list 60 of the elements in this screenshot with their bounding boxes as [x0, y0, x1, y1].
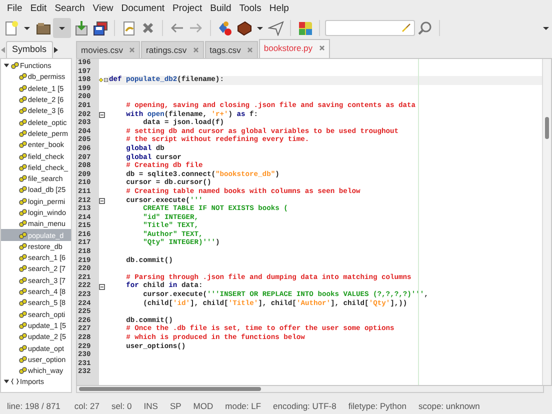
- sidebar-tab[interactable]: Symbols: [6, 41, 53, 58]
- menu-item[interactable]: Project: [168, 2, 206, 14]
- brick-icon: [236, 20, 252, 36]
- tab-label: tags.csv: [210, 45, 241, 55]
- vertical-scrollbar[interactable]: [542, 59, 551, 385]
- menu-item[interactable]: Help: [265, 2, 293, 14]
- tab-label: bookstore.py: [264, 43, 313, 53]
- menu-item[interactable]: View: [88, 2, 118, 14]
- menu-item[interactable]: Edit: [26, 2, 51, 14]
- status-item: sel: 0: [111, 400, 132, 410]
- fold-toggle-icon[interactable]: [99, 284, 105, 290]
- close-icon[interactable]: [246, 47, 253, 53]
- new-file-icon: [3, 20, 19, 36]
- close-icon[interactable]: [318, 45, 325, 51]
- search-field[interactable]: [325, 20, 415, 36]
- overflow-caret-icon: [543, 26, 549, 30]
- dropdown-caret-icon: [257, 26, 263, 30]
- status-item: filetype: Python: [348, 400, 406, 410]
- menu-item[interactable]: Tools: [235, 2, 266, 14]
- status-item: scope: unknown: [418, 400, 480, 410]
- tab-label: ratings.csv: [146, 45, 187, 55]
- status-item: line: 198 / 871: [7, 400, 60, 410]
- file-tab[interactable]: movies.csv: [76, 41, 140, 58]
- folder-icon: [35, 20, 51, 36]
- file-tab[interactable]: ratings.csv: [141, 41, 204, 58]
- save-icon: [73, 20, 89, 36]
- fold-toggle-icon[interactable]: [104, 77, 108, 84]
- status-item: INS: [144, 400, 158, 410]
- expanded-arrow-icon[interactable]: [3, 62, 10, 70]
- menu-item[interactable]: Document: [117, 2, 169, 14]
- paper-plane-icon: [268, 20, 284, 36]
- status-item: SP: [170, 400, 182, 410]
- expanded-arrow-icon[interactable]: [3, 378, 10, 386]
- menu-item[interactable]: Build: [206, 2, 236, 14]
- tab-label: movies.csv: [81, 45, 124, 55]
- color-palette-icon: [297, 20, 313, 36]
- status-item: col: 27: [74, 400, 100, 410]
- search-icon: [417, 20, 433, 36]
- save-all-icon: [92, 20, 108, 36]
- file-tab[interactable]: tags.csv: [204, 41, 258, 58]
- menu-item[interactable]: File: [3, 2, 26, 14]
- code-editor[interactable]: [76, 58, 552, 386]
- status-item: MOD: [193, 400, 214, 410]
- close-icon: [140, 20, 156, 36]
- status-item: encoding: UTF-8: [273, 400, 336, 410]
- horizontal-scrollbar[interactable]: [76, 386, 544, 393]
- close-icon[interactable]: [192, 47, 199, 53]
- status-item: mode: LF: [225, 400, 262, 410]
- reload-icon: [121, 20, 137, 36]
- shapes-icon: [217, 20, 233, 36]
- fold-toggle-icon[interactable]: [99, 198, 105, 204]
- menu-item[interactable]: Search: [50, 2, 89, 14]
- braces-icon: [11, 378, 19, 386]
- dropdown-button[interactable]: [53, 18, 71, 38]
- file-tab[interactable]: bookstore.py: [258, 39, 330, 58]
- dropdown-caret-icon: [59, 26, 65, 30]
- fold-toggle-icon[interactable]: [99, 112, 105, 118]
- dropdown-caret-icon: [24, 26, 30, 30]
- close-icon[interactable]: [129, 47, 136, 53]
- broom-icon[interactable]: [401, 23, 411, 33]
